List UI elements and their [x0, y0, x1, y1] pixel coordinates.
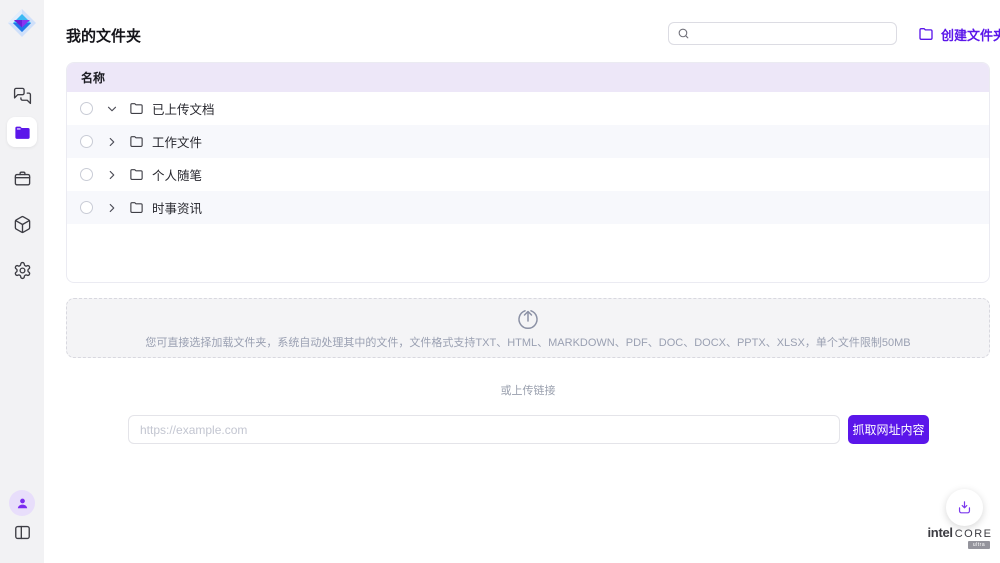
sidebar-item-models[interactable] — [7, 209, 37, 239]
row-checkbox[interactable] — [80, 102, 93, 115]
intel-core-logo: intel CORE ultra — [928, 525, 992, 549]
folder-icon — [129, 101, 144, 116]
chevron-down-icon[interactable] — [105, 102, 119, 116]
table-row[interactable]: 个人随笔 — [67, 158, 989, 191]
intel-brand-text: intel — [928, 525, 953, 540]
intel-product-text: CORE — [955, 528, 993, 540]
chevron-right-icon[interactable] — [105, 201, 119, 215]
table-header-name: 名称 — [67, 63, 989, 92]
folder-name: 时事资讯 — [152, 198, 202, 217]
page-title: 我的文件夹 — [66, 25, 141, 46]
sidebar-item-chat[interactable] — [7, 80, 37, 110]
sidebar-item-account[interactable] — [9, 490, 35, 516]
intel-ultra-badge: ultra — [968, 541, 990, 549]
folder-name: 已上传文档 — [152, 99, 215, 118]
table-row[interactable]: 已上传文档 — [67, 92, 989, 125]
sidebar-item-panel-toggle[interactable] — [7, 517, 37, 547]
app-logo-icon — [6, 7, 38, 39]
search-box[interactable] — [668, 22, 897, 45]
folder-icon — [13, 123, 32, 142]
cube-icon — [13, 215, 32, 234]
sidebar-item-folders[interactable] — [7, 117, 37, 147]
or-upload-link-label: 或上传链接 — [66, 382, 990, 398]
chat-bubbles-icon — [13, 86, 32, 105]
folder-name: 个人随笔 — [152, 165, 202, 184]
sidebar-item-toolbox[interactable] — [7, 163, 37, 193]
create-folder-label: 创建文件夹 — [941, 25, 1000, 44]
folder-icon — [129, 167, 144, 182]
panel-layout-icon — [13, 523, 32, 542]
sidebar-item-settings[interactable] — [7, 255, 37, 285]
download-fab-button[interactable] — [946, 489, 983, 526]
folder-icon — [129, 200, 144, 215]
sidebar — [0, 0, 44, 563]
row-checkbox[interactable] — [80, 201, 93, 214]
person-icon — [15, 496, 30, 511]
chevron-right-icon[interactable] — [105, 168, 119, 182]
upload-circle-icon — [516, 307, 540, 331]
search-input[interactable] — [696, 27, 888, 41]
folder-table: 名称 已上传文档 工作文件 个人随笔 时事资讯 — [66, 62, 990, 283]
table-row[interactable]: 时事资讯 — [67, 191, 989, 224]
gear-icon — [13, 261, 32, 280]
folder-icon — [918, 26, 934, 42]
create-folder-button[interactable]: 创建文件夹 — [918, 25, 1000, 43]
table-row[interactable]: 工作文件 — [67, 125, 989, 158]
upload-hint: 您可直接选择加载文件夹，系统自动处理其中的文件，文件格式支持TXT、HTML、M… — [145, 334, 910, 350]
folder-icon — [129, 134, 144, 149]
download-tray-icon — [956, 499, 973, 516]
chevron-right-icon[interactable] — [105, 135, 119, 149]
row-checkbox[interactable] — [80, 168, 93, 181]
search-icon — [677, 27, 690, 40]
folder-name: 工作文件 — [152, 132, 202, 151]
briefcase-icon — [13, 169, 32, 188]
row-checkbox[interactable] — [80, 135, 93, 148]
fetch-url-button[interactable]: 抓取网址内容 — [848, 415, 929, 444]
url-input[interactable] — [128, 415, 840, 444]
upload-dropzone[interactable]: 您可直接选择加载文件夹，系统自动处理其中的文件，文件格式支持TXT、HTML、M… — [66, 298, 990, 358]
